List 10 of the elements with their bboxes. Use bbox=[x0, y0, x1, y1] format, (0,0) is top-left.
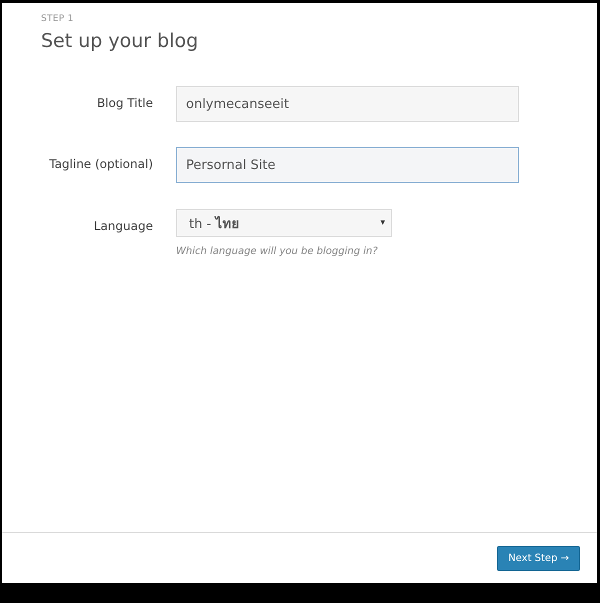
field-label: Blog Title bbox=[96, 95, 153, 110]
field-label: Tagline (optional) bbox=[48, 156, 153, 171]
next-step-button[interactable]: Next Step → bbox=[497, 546, 580, 570]
step-label: STEP 1 bbox=[41, 14, 75, 24]
text-field[interactable]: Persornal Site bbox=[176, 147, 519, 183]
page-heading: Set up your blog bbox=[41, 30, 200, 52]
field-label: Language bbox=[92, 218, 153, 233]
text-field[interactable]: onlymecanseeit bbox=[176, 86, 519, 122]
language-dropdown[interactable]: th - ไทย ▾ bbox=[176, 209, 392, 237]
field-hint: Which language will you be blogging in? bbox=[176, 246, 379, 257]
